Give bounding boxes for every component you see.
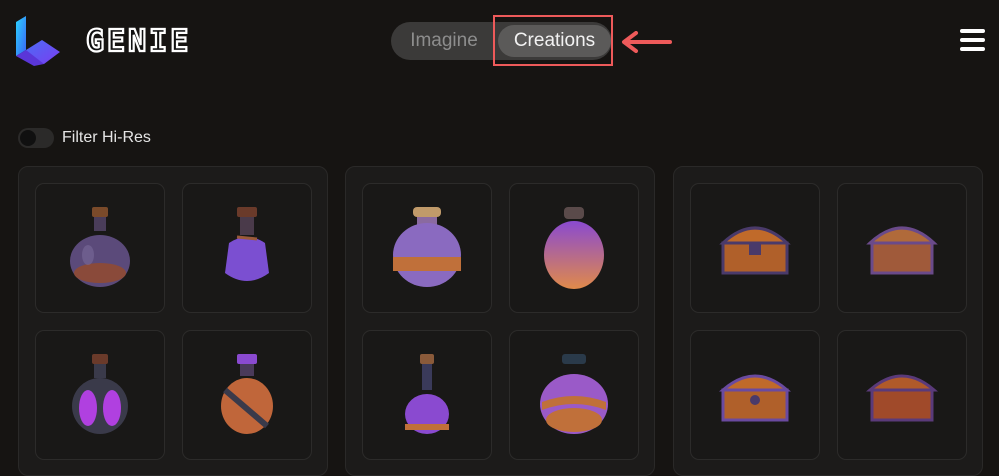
treasure-chest-icon	[719, 226, 791, 275]
arrow-left-icon	[622, 31, 672, 53]
creation-thumbnail[interactable]	[837, 183, 967, 313]
hamburger-menu-icon[interactable]	[960, 29, 985, 51]
creation-thumbnail[interactable]	[509, 330, 639, 460]
creation-thumbnail[interactable]	[35, 183, 165, 313]
potion-icon	[70, 207, 130, 287]
potion-icon	[221, 354, 273, 434]
potion-icon	[393, 207, 461, 287]
potion-icon	[405, 354, 449, 434]
creation-thumbnail[interactable]	[182, 183, 312, 313]
genie-logo-icon	[16, 16, 60, 66]
tab-imagine[interactable]: Imagine	[391, 22, 497, 60]
hi-res-toggle[interactable]	[18, 128, 54, 148]
potion-icon	[540, 354, 608, 434]
creation-thumbnail[interactable]	[690, 330, 820, 460]
creation-group-2[interactable]	[345, 166, 655, 476]
creations-highlight-box	[493, 15, 613, 66]
creation-thumbnail[interactable]	[837, 330, 967, 460]
creation-thumbnail[interactable]	[182, 330, 312, 460]
filter-label: Filter Hi-Res	[62, 129, 151, 146]
app-wordmark: GENIE	[86, 25, 191, 57]
creation-thumbnail[interactable]	[35, 330, 165, 460]
treasure-chest-icon	[866, 374, 938, 422]
potion-icon	[225, 207, 269, 281]
creation-thumbnail[interactable]	[690, 183, 820, 313]
treasure-chest-icon	[719, 374, 791, 422]
creation-thumbnail[interactable]	[509, 183, 639, 313]
creation-group-3[interactable]	[673, 166, 983, 476]
svg-text:GENIE: GENIE	[86, 25, 191, 57]
potion-icon	[72, 354, 128, 434]
creation-thumbnail[interactable]	[362, 330, 492, 460]
potion-icon	[544, 207, 604, 289]
treasure-chest-icon	[866, 226, 938, 275]
creation-thumbnail[interactable]	[362, 183, 492, 313]
toggle-knob	[20, 130, 36, 146]
creation-group-1[interactable]	[18, 166, 328, 476]
